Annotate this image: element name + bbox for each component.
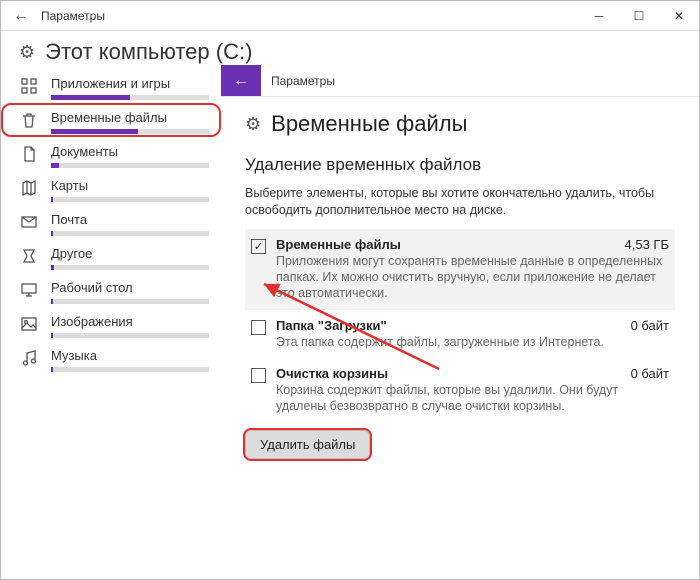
item-name: Временные файлы: [276, 237, 401, 252]
map-icon: [19, 178, 39, 198]
titlebar: ← Параметры ─ ☐ ✕: [1, 1, 699, 31]
usage-bar: [51, 129, 209, 134]
delete-files-button[interactable]: Удалить файлы: [245, 430, 370, 459]
other-icon: [19, 246, 39, 266]
music-icon: [19, 348, 39, 368]
main-header: ← Параметры: [221, 65, 699, 97]
item-name: Папка "Загрузки": [276, 318, 387, 333]
sidebar-item-4[interactable]: Почта: [1, 205, 221, 239]
sidebar-item-2[interactable]: Документы: [1, 137, 221, 171]
doc-icon: [19, 144, 39, 164]
item-checkbox[interactable]: [251, 368, 266, 383]
breadcrumb: ⚙ Этот компьютер (C:): [1, 31, 699, 65]
item-checkbox[interactable]: [251, 320, 266, 335]
item-description: Эта папка содержит файлы, загруженные из…: [276, 334, 669, 350]
sidebar-item-label: Музыка: [51, 348, 209, 363]
temp-file-item-2: Очистка корзины 0 байтКорзина содержит фа…: [245, 358, 675, 423]
sidebar-item-5[interactable]: Другое: [1, 239, 221, 273]
main-back-button[interactable]: ←: [221, 65, 261, 96]
desktop-icon: [19, 280, 39, 300]
usage-bar: [51, 197, 209, 202]
sidebar-item-label: Карты: [51, 178, 209, 193]
window-title: Параметры: [41, 9, 579, 23]
usage-bar: [51, 163, 209, 168]
usage-bar: [51, 299, 209, 304]
sidebar-item-7[interactable]: Изображения: [1, 307, 221, 341]
temp-file-item-1: Папка "Загрузки" 0 байтЭта папка содержит…: [245, 310, 675, 358]
image-icon: [19, 314, 39, 334]
item-size: 0 байт: [631, 318, 669, 333]
usage-bar: [51, 333, 209, 338]
usage-bar: [51, 231, 209, 236]
settings-window: ← Параметры ─ ☐ ✕ ⚙ Этот компьютер (C:) …: [0, 0, 700, 580]
sidebar-item-6[interactable]: Рабочий стол: [1, 273, 221, 307]
gear-icon: ⚙: [245, 114, 261, 135]
item-checkbox[interactable]: ✓: [251, 239, 266, 254]
sidebar-item-label: Рабочий стол: [51, 280, 209, 295]
sidebar-item-label: Временные файлы: [51, 110, 209, 125]
gear-icon: ⚙: [19, 42, 35, 63]
window-controls: ─ ☐ ✕: [579, 1, 699, 31]
breadcrumb-text: Этот компьютер (C:): [45, 39, 252, 65]
minimize-button[interactable]: ─: [579, 1, 619, 31]
mail-icon: [19, 212, 39, 232]
sidebar-item-label: Документы: [51, 144, 209, 159]
sidebar-item-label: Почта: [51, 212, 209, 227]
item-size: 0 байт: [631, 366, 669, 381]
main-panel: ← Параметры ⚙ Временные файлы Удаление в…: [221, 65, 699, 579]
grid-icon: [19, 76, 39, 96]
usage-bar: [51, 95, 209, 100]
section-description: Выберите элементы, которые вы хотите око…: [245, 185, 675, 219]
item-description: Корзина содержит файлы, которые вы удали…: [276, 382, 669, 415]
usage-bar: [51, 367, 209, 372]
items-list: ✓ Временные файлы 4,53 ГБПриложения могут …: [245, 229, 675, 423]
sidebar: Приложения и игры Временные файлы Документ…: [1, 65, 221, 579]
item-description: Приложения могут сохранять временные дан…: [276, 253, 669, 302]
sidebar-item-8[interactable]: Музыка: [1, 341, 221, 375]
item-name: Очистка корзины: [276, 366, 388, 381]
sidebar-item-0[interactable]: Приложения и игры: [1, 69, 221, 103]
page-title: Временные файлы: [271, 111, 467, 137]
sidebar-item-1[interactable]: Временные файлы: [1, 103, 221, 137]
main-header-title: Параметры: [261, 65, 699, 96]
maximize-button[interactable]: ☐: [619, 1, 659, 31]
temp-file-item-0: ✓ Временные файлы 4,53 ГБПриложения могут …: [245, 229, 675, 310]
close-button[interactable]: ✕: [659, 1, 699, 31]
sidebar-item-label: Другое: [51, 246, 209, 261]
main-body: ⚙ Временные файлы Удаление временных фай…: [221, 97, 699, 579]
section-title: Удаление временных файлов: [245, 155, 675, 175]
sidebar-item-3[interactable]: Карты: [1, 171, 221, 205]
usage-bar: [51, 265, 209, 270]
sidebar-item-label: Изображения: [51, 314, 209, 329]
sidebar-item-label: Приложения и игры: [51, 76, 209, 91]
trash-icon: [19, 110, 39, 130]
item-size: 4,53 ГБ: [625, 237, 669, 252]
titlebar-back-button[interactable]: ←: [1, 7, 41, 25]
